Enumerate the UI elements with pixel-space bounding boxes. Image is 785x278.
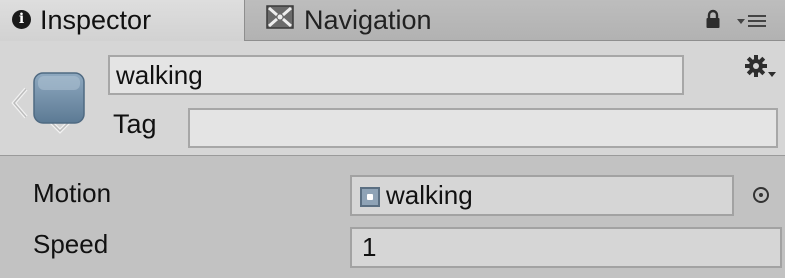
tab-navigation[interactable]: Navigation [258, 0, 558, 41]
object-header: walking Tag [0, 41, 785, 156]
state-properties: Motion walking Speed 1 [0, 156, 785, 278]
speed-input[interactable]: 1 [350, 227, 782, 268]
lock-icon[interactable] [705, 9, 721, 34]
gameobject-icon[interactable] [10, 59, 90, 146]
object-picker-icon[interactable] [753, 187, 769, 203]
motion-field[interactable]: walking [350, 175, 734, 216]
tab-inspector-label: Inspector [40, 5, 152, 35]
object-name-input[interactable]: walking [108, 55, 684, 95]
tab-bar: i Inspector Navigation [0, 0, 785, 41]
gear-icon[interactable] [745, 55, 777, 86]
tab-menu-icon[interactable] [737, 14, 767, 33]
info-icon: i [12, 9, 31, 29]
tab-inspector[interactable]: i Inspector [0, 0, 245, 41]
motion-label: Motion [33, 178, 112, 208]
tag-dropdown[interactable] [188, 108, 778, 148]
tag-label: Tag [113, 109, 157, 139]
animation-clip-icon [360, 186, 380, 207]
tab-navigation-label: Navigation [304, 5, 432, 35]
speed-label: Speed [33, 229, 109, 259]
motion-value: walking [386, 180, 473, 210]
navigation-icon [266, 5, 294, 36]
